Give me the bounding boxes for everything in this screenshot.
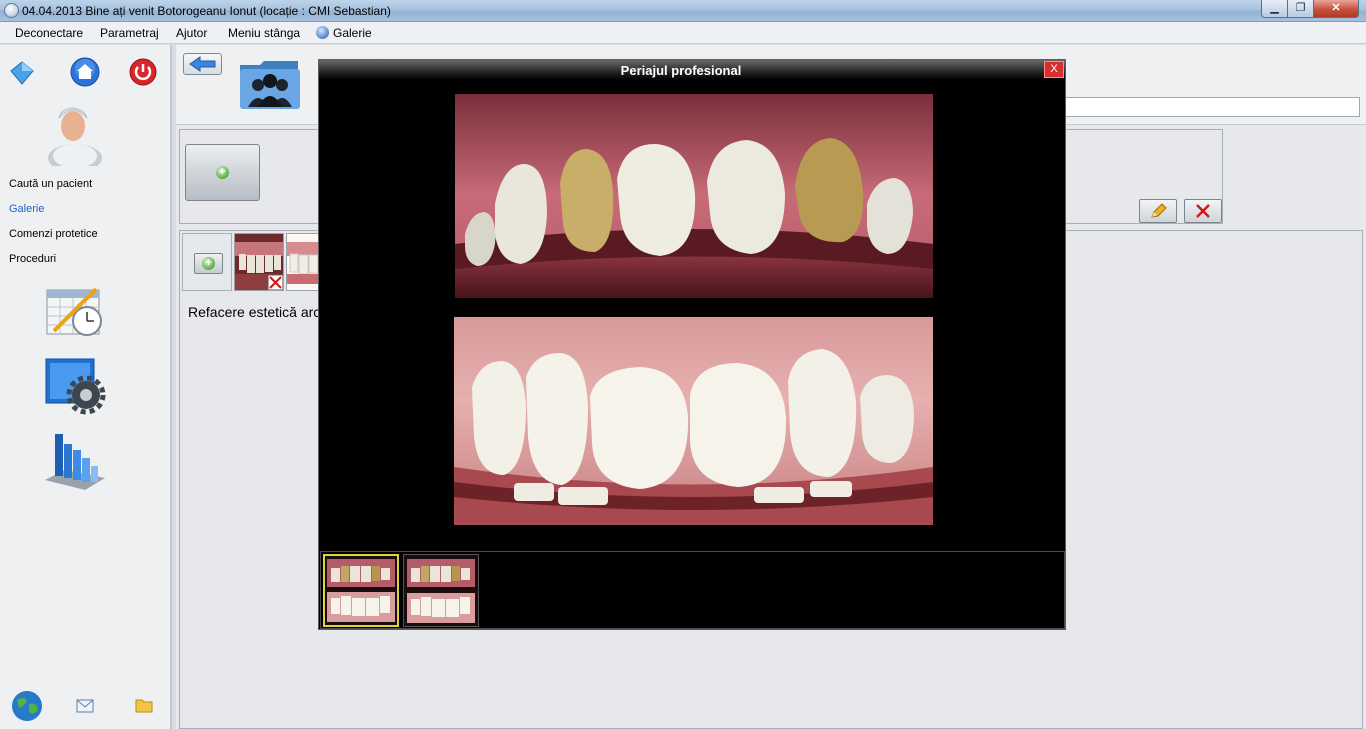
app-icon xyxy=(4,3,19,18)
thumbnail-selected[interactable] xyxy=(323,554,399,627)
teeth-after-image xyxy=(454,317,933,525)
power-icon[interactable] xyxy=(129,58,157,86)
edit-button[interactable] xyxy=(1139,199,1177,223)
menu-galerie-label: Galerie xyxy=(333,26,372,40)
gallery-thumbnail[interactable] xyxy=(234,233,284,291)
minimize-button[interactable]: ▁ xyxy=(1261,0,1288,18)
maximize-button[interactable]: ❐ xyxy=(1287,0,1314,18)
teeth-before-after-thumb xyxy=(404,555,478,626)
sidebar-item-galerie[interactable]: Galerie xyxy=(9,203,44,215)
sidebar-item-proceduri[interactable]: Proceduri xyxy=(9,253,56,265)
dialog-header: Periajul profesional X xyxy=(319,60,1065,80)
window-close-button[interactable]: ✕ xyxy=(1313,0,1359,18)
delete-button[interactable] xyxy=(1184,199,1222,223)
add-photo-tile[interactable]: + xyxy=(182,233,232,291)
menu-parametraj[interactable]: Parametraj xyxy=(100,26,159,40)
plus-icon: + xyxy=(216,166,229,179)
sidebar-item-cauta-pacient[interactable]: Caută un pacient xyxy=(9,178,92,190)
calendar-clock-icon[interactable] xyxy=(44,285,106,339)
photo-viewer-dialog: Periajul profesional X xyxy=(318,59,1066,630)
folder-icon[interactable] xyxy=(135,697,153,713)
photo-before xyxy=(455,94,933,298)
delete-x-icon xyxy=(1196,204,1210,218)
dialog-title: Periajul profesional xyxy=(620,63,742,78)
doctor-avatar-icon xyxy=(48,107,102,166)
gallery-caption: Refacere estetică arc xyxy=(188,304,321,320)
thumbnail[interactable] xyxy=(403,554,479,627)
help-icon xyxy=(316,26,329,39)
arrow-left-icon xyxy=(189,56,216,72)
settings-gear-icon[interactable] xyxy=(44,355,108,415)
mail-icon[interactable] xyxy=(76,699,94,713)
menu-meniu-stanga[interactable]: Meniu stânga xyxy=(228,26,300,40)
teeth-photo xyxy=(287,234,321,290)
globe-icon[interactable] xyxy=(11,690,43,722)
teeth-photo xyxy=(235,234,283,290)
patients-folder-icon xyxy=(240,61,300,109)
add-photo-button[interactable]: + xyxy=(194,253,223,274)
home-icon[interactable] xyxy=(70,57,100,87)
menu-deconectare[interactable]: Deconectare xyxy=(15,26,83,40)
sidebar-item-comenzi-protetice[interactable]: Comenzi protetice xyxy=(9,228,98,240)
teeth-before-image xyxy=(455,94,933,298)
thumbnail-strip xyxy=(320,551,1065,629)
diamond-icon[interactable] xyxy=(9,60,35,86)
left-sidebar: Caută un pacient Galerie Comenzi proteti… xyxy=(0,45,172,729)
pencil-icon xyxy=(1151,203,1167,218)
teeth-before-after-thumb xyxy=(325,556,397,625)
window-title: 04.04.2013 Bine ați venit Botorogeanu Io… xyxy=(22,4,391,18)
gallery-thumbnail[interactable] xyxy=(286,233,322,291)
menu-ajutor[interactable]: Ajutor xyxy=(176,26,207,40)
dialog-close-button[interactable]: X xyxy=(1044,61,1064,78)
bar-chart-icon[interactable] xyxy=(43,428,107,492)
plus-icon: + xyxy=(202,257,215,270)
menu-bar: Deconectare Parametraj Ajutor Meniu stân… xyxy=(0,22,1366,44)
menu-galerie[interactable]: Galerie xyxy=(316,26,372,40)
photo-after xyxy=(454,317,933,525)
add-procedure-button[interactable]: + xyxy=(185,144,260,201)
back-button[interactable] xyxy=(183,53,222,75)
title-bar: 04.04.2013 Bine ați venit Botorogeanu Io… xyxy=(0,0,1366,22)
search-field[interactable] xyxy=(1062,97,1360,117)
